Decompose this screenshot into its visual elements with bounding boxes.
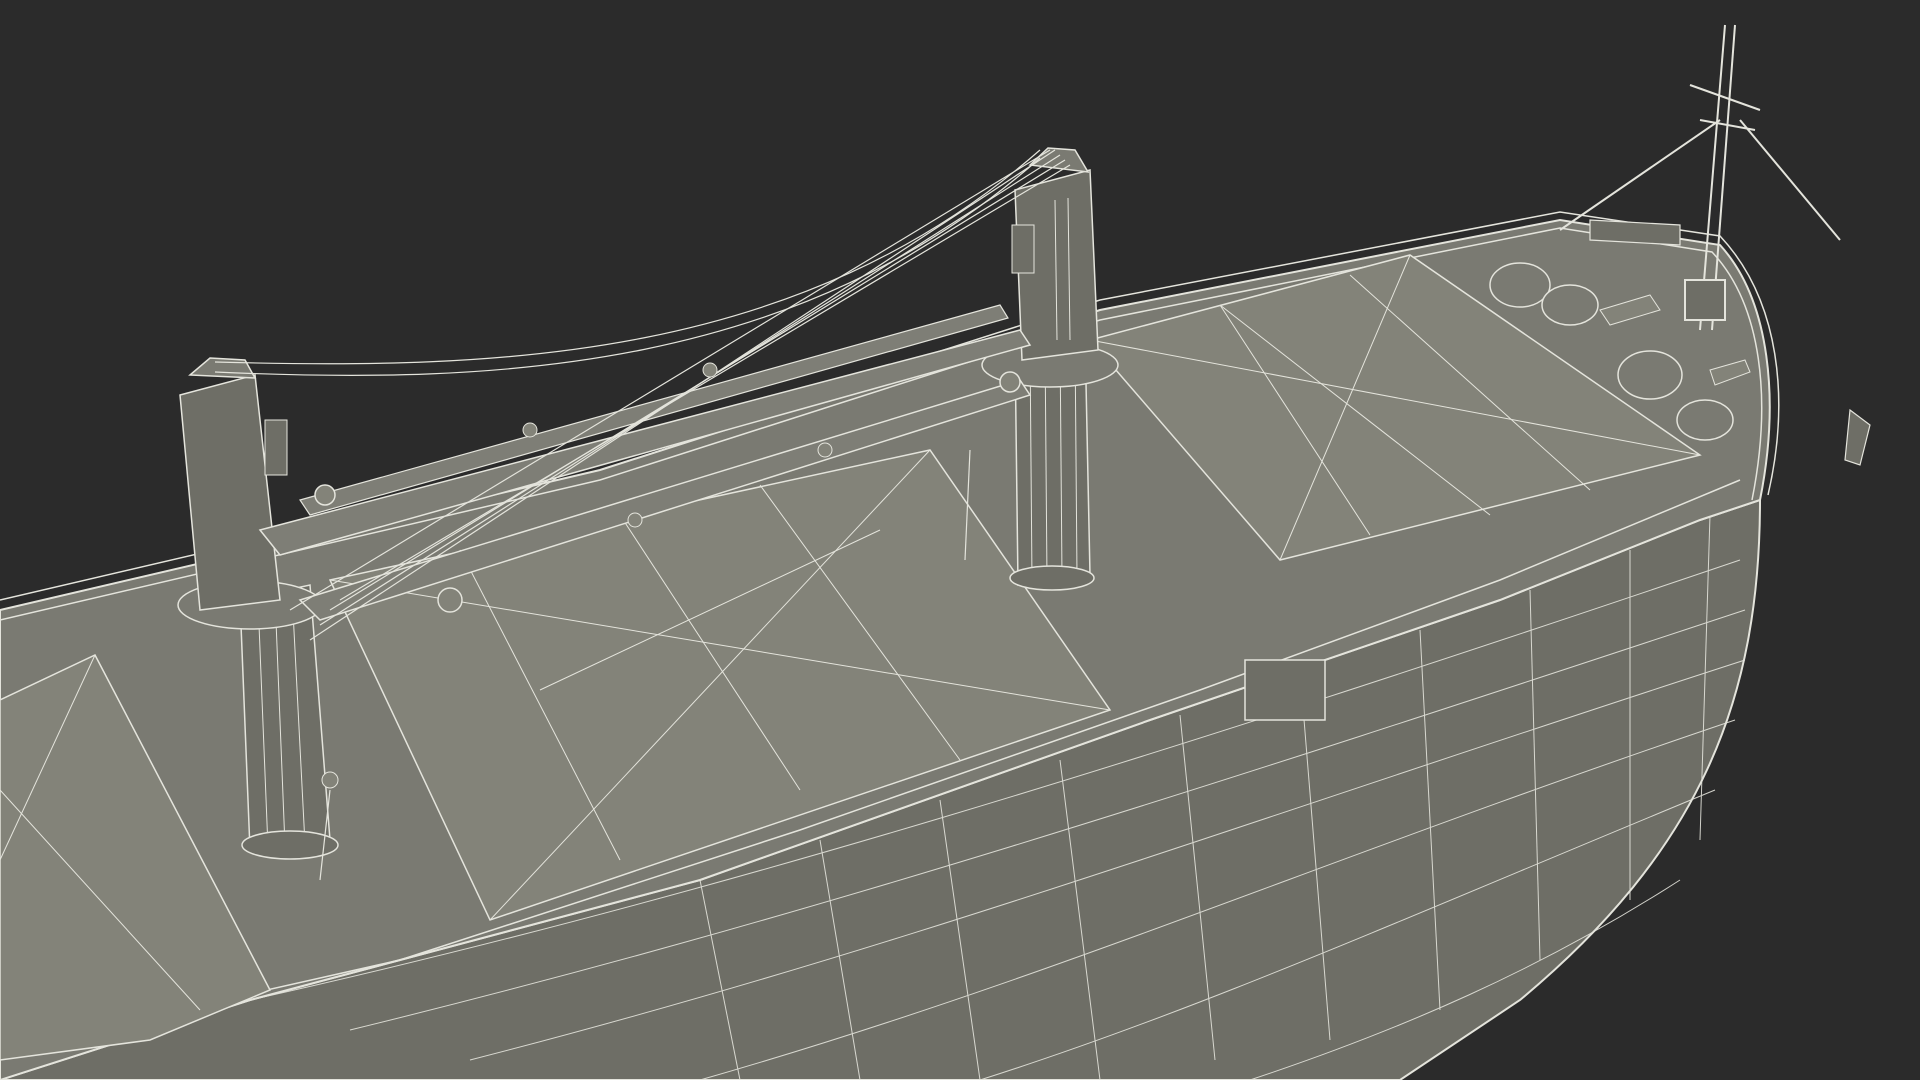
render-viewport xyxy=(0,0,1920,1080)
ship-render xyxy=(0,0,1920,1080)
